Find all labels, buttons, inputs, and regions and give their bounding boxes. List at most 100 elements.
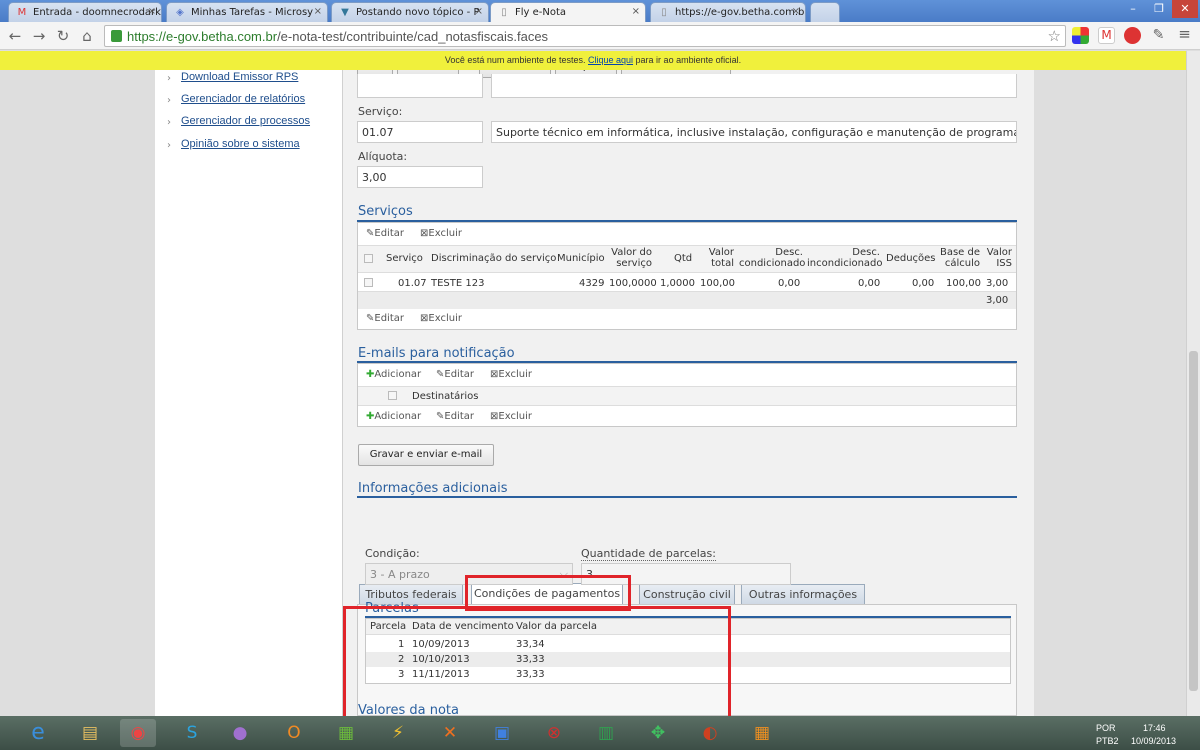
tab-title: https://e-gov.betha.com.b [675, 7, 805, 18]
row-checkbox[interactable] [364, 278, 373, 287]
file-explorer-icon[interactable]: ▤ [72, 719, 108, 747]
emails-delete-button[interactable]: ⊠Excluir [490, 369, 532, 380]
game-app-icon[interactable]: ◐ [692, 719, 728, 747]
forward-icon[interactable]: → [30, 27, 48, 45]
app-icon[interactable]: ▣ [484, 719, 520, 747]
aliquota-label: Alíquota: [358, 150, 408, 163]
emails-grid: ✚Adicionar ✎Editar ⊠Excluir Destinatário… [357, 363, 1017, 427]
servico-label: Serviço: [358, 105, 403, 118]
tab-title: Minhas Tarefas - Microsy [191, 7, 314, 18]
browser-tab-egov[interactable]: ▯ https://e-gov.betha.com.b × [650, 2, 806, 22]
skype-icon[interactable]: S [174, 719, 210, 747]
close-icon[interactable]: × [314, 6, 322, 17]
clock-time[interactable]: 17:46 [1143, 723, 1166, 733]
outlook-icon[interactable]: O [276, 719, 312, 747]
servico-description-field[interactable]: Suporte técnico em informática, inclusiv… [491, 121, 1017, 143]
page-icon: ▯ [501, 7, 507, 18]
section-divider [357, 496, 1017, 498]
emails-delete-button-bottom[interactable]: ⊠Excluir [490, 411, 532, 422]
gmail-extension-icon[interactable]: M [1098, 27, 1115, 44]
minimize-icon[interactable]: – [1120, 0, 1146, 18]
emails-edit-button-bottom[interactable]: ✎Editar [436, 411, 474, 422]
total-iss: 3,00 [986, 295, 1009, 306]
language-indicator[interactable]: POR [1096, 723, 1116, 733]
chart-app-icon[interactable]: ▥ [588, 719, 624, 747]
windows-taskbar: e ▤ ◉ S ● O ▦ ⚡ ✕ ▣ ⊗ ▥ ✥ ◐ ▦ POR PTB2 1… [0, 716, 1200, 750]
sidebar-link-relatorios[interactable]: Gerenciador de relatórios [181, 93, 305, 105]
chrome-icon[interactable]: ◉ [120, 719, 156, 747]
home-icon[interactable]: ⌂ [78, 27, 96, 45]
emails-section-title: E-mails para notificação [358, 346, 515, 361]
hidden-input-top-left[interactable] [357, 74, 483, 98]
test-environment-banner: Você está num ambiente de testes. Clique… [0, 51, 1186, 70]
chevron-right-icon: › [167, 95, 171, 106]
table-cell: 0,00 [858, 278, 881, 289]
official-env-link[interactable]: Clique aqui [588, 55, 633, 65]
back-icon[interactable]: ← [6, 27, 24, 45]
sidebar-link-processos[interactable]: Gerenciador de processos [181, 115, 310, 127]
close-icon[interactable]: × [475, 6, 483, 17]
tab-construcao-civil[interactable]: Construção civil [639, 584, 735, 604]
emails-edit-button[interactable]: ✎Editar [436, 369, 474, 380]
winamp-icon[interactable]: ⚡ [380, 719, 416, 747]
banner-text-suffix: para ir ao ambiente oficial. [635, 55, 742, 65]
pidgin-icon[interactable]: ● [222, 719, 258, 747]
delete-label: Excluir [428, 313, 462, 324]
clock-date[interactable]: 10/09/2013 [1131, 736, 1176, 746]
browser-tab-fly-enota[interactable]: ▯ Fly e-Nota × [490, 2, 646, 23]
bookmark-star-icon[interactable]: ☆ [1048, 27, 1061, 45]
info-section-title: Informações adicionais [358, 481, 508, 496]
col-base-calculo: Base de cálculo [939, 247, 980, 269]
new-tab-button[interactable] [810, 2, 840, 22]
col-discriminacao: Discriminação do serviço [431, 253, 557, 264]
tools-icon[interactable]: ✎ [1150, 27, 1167, 44]
reload-icon[interactable]: ↻ [54, 27, 72, 45]
ie-icon[interactable]: e [20, 719, 56, 747]
notepad-icon[interactable]: ▦ [328, 719, 364, 747]
servicos-edit-button[interactable]: ✎Editar [366, 228, 404, 239]
tab-title: Postando novo tópico - P [356, 7, 480, 18]
tab-outras-informacoes[interactable]: Outras informações [741, 584, 865, 604]
tasks-icon: ◈ [176, 7, 184, 18]
keyboard-layout[interactable]: PTB2 [1096, 736, 1119, 746]
select-all-checkbox[interactable] [388, 391, 397, 400]
save-send-email-button[interactable]: Gravar e enviar e-mail [358, 444, 494, 466]
servicos-edit-button-bottom[interactable]: ✎Editar [366, 313, 404, 324]
dev-app-icon[interactable]: ✥ [640, 719, 676, 747]
xampp-icon[interactable]: ✕ [432, 719, 468, 747]
sidebar-link-opiniao[interactable]: Opinião sobre o sistema [181, 138, 300, 150]
close-icon[interactable]: × [148, 6, 156, 17]
browser-tab-forum[interactable]: ▼ Postando novo tópico - P × [331, 2, 489, 22]
close-icon[interactable]: × [632, 6, 640, 17]
servico-code-field[interactable]: 01.07 [357, 121, 483, 143]
emails-add-button[interactable]: ✚Adicionar [366, 369, 421, 380]
address-bar[interactable]: https://e-gov.betha.com.br/e-nota-test/c… [104, 25, 1066, 47]
window-close-icon[interactable]: ✕ [1172, 0, 1198, 18]
sidebar-link-download-emissor[interactable]: Download Emissor RPS [181, 71, 298, 83]
browser-tab-tasks[interactable]: ◈ Minhas Tarefas - Microsy × [166, 2, 328, 22]
edit-label: Editar [444, 369, 474, 380]
add-label: Adicionar [374, 411, 422, 422]
browser-tab-gmail[interactable]: M Entrada - doomnecrodark × [8, 2, 162, 22]
extension-red-icon[interactable] [1124, 27, 1141, 44]
servicos-delete-button-bottom[interactable]: ⊠Excluir [420, 313, 462, 324]
restore-icon[interactable]: ❐ [1146, 0, 1172, 18]
emails-add-button-bottom[interactable]: ✚Adicionar [366, 411, 421, 422]
table-cell: 4329 [579, 278, 605, 289]
scrollbar-thumb[interactable] [1189, 351, 1198, 691]
col-deducoes: Deduções [886, 253, 936, 264]
network-app-icon[interactable]: ⊗ [536, 719, 572, 747]
extension-icon[interactable] [1072, 27, 1089, 44]
menu-icon[interactable]: ≡ [1176, 27, 1193, 44]
gmail-icon: M [17, 7, 27, 18]
table-cell: 3,00 [986, 278, 1009, 289]
hidden-input-top-right[interactable] [491, 74, 1017, 98]
close-icon[interactable]: × [792, 6, 800, 17]
page-scrollbar[interactable] [1186, 51, 1200, 716]
select-all-checkbox[interactable] [364, 254, 373, 263]
add-label: Adicionar [374, 369, 422, 380]
servicos-delete-button[interactable]: ⊠Excluir [420, 228, 462, 239]
qtd-parcelas-label: Quantidade de parcelas: [581, 547, 716, 561]
aliquota-field[interactable]: 3,00 [357, 166, 483, 188]
grid-app-icon[interactable]: ▦ [744, 719, 780, 747]
